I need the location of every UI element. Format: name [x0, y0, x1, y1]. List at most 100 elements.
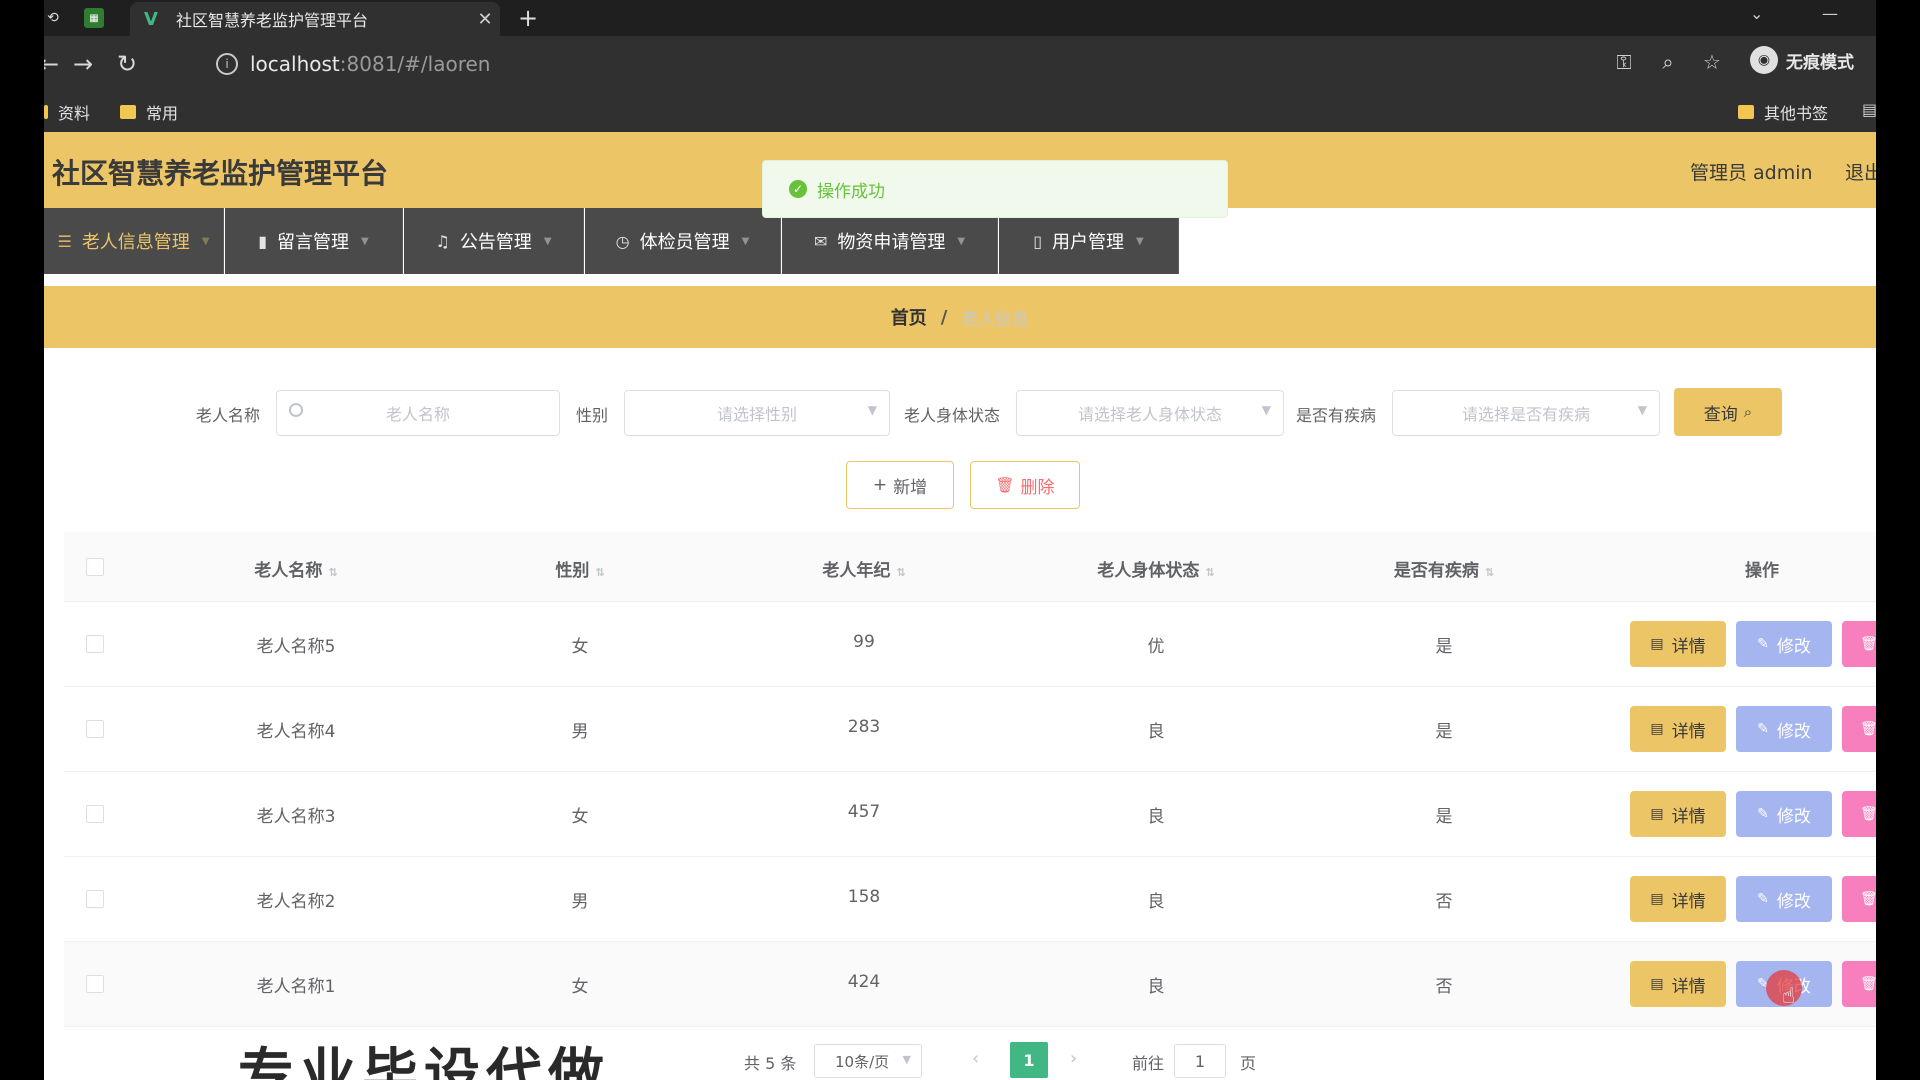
select-all-checkbox[interactable] [86, 558, 104, 576]
search-icon: ⌕ [1743, 403, 1753, 421]
menu-label: 留言管理 [277, 232, 350, 253]
clock-icon: ◷ [615, 231, 630, 251]
tab-list-chevron-icon[interactable]: ⌄ [1750, 4, 1763, 23]
trash-icon: 🗑 [1860, 806, 1876, 822]
close-tab-icon[interactable]: ✕ [470, 9, 500, 30]
row-checkbox[interactable] [86, 805, 104, 823]
minimize-icon[interactable]: — [1822, 4, 1838, 23]
logout-link[interactable]: 退出 [1845, 158, 1876, 185]
app-page: 社区智慧养老监护管理平台 管理员 admin 退出 ✓ 操作成功 ☰ 老人信息管… [44, 132, 1876, 1080]
menu-announcements[interactable]: ♫ 公告管理 ▼ [404, 208, 584, 274]
chevron-down-icon: ▼ [902, 1053, 911, 1066]
table-row: 老人名称3 女 457 良 是 ▤ 详情 ✎ 修改 🗑删除 [64, 772, 1876, 857]
breadcrumb-home[interactable]: 首页 [891, 304, 927, 330]
table-row: 老人名称1女424良否▤详情✎修改🗑删除 [64, 942, 1876, 1027]
mail-icon: ✉ [813, 231, 828, 251]
delete-button[interactable]: 🗑删除 [1842, 621, 1876, 667]
detail-button[interactable]: ▤ 详情 [1630, 876, 1726, 922]
document-icon: ▤ [1650, 721, 1664, 737]
add-button[interactable]: + 新增 [846, 461, 954, 509]
active-tab[interactable]: V 社区智慧养老监护管理平台 ✕ [130, 2, 500, 36]
current-page-button[interactable]: 1 [1010, 1042, 1048, 1078]
detail-button[interactable]: ▤ 详情 [1630, 961, 1726, 1007]
header-disease[interactable]: 是否有疾病 ⇅ [1394, 556, 1494, 581]
query-button[interactable]: 查询 ⌕ [1674, 388, 1782, 436]
bulk-delete-button[interactable]: 🗑 删除 [970, 461, 1080, 509]
address-bar[interactable]: i localhost:8081/#/laoren [164, 45, 1634, 83]
browser-menu-icon[interactable]: ⟲ [44, 5, 66, 31]
menu-messages[interactable]: ▮ 留言管理 ▼ [225, 208, 403, 274]
delete-button[interactable]: 🗑删除 [1842, 791, 1876, 837]
cell-name: 老人名称5 [256, 637, 336, 657]
bookmark-star-icon[interactable]: ☆ [1698, 50, 1726, 74]
check-circle-icon: ✓ [789, 180, 807, 198]
new-tab-button[interactable]: + [514, 4, 542, 32]
gender-select[interactable]: 请选择性别 ▼ [624, 390, 890, 436]
reading-list-icon[interactable]: ▤ [1862, 100, 1876, 119]
bookmark-common[interactable]: 常用 [120, 100, 178, 124]
detail-label: 详情 [1671, 891, 1706, 912]
incognito-indicator[interactable]: ◉ 无痕模式 [1750, 46, 1854, 74]
list-icon: ☰ [57, 231, 72, 251]
goto-page-input[interactable]: 1 [1174, 1044, 1226, 1078]
page-size-value: 10条/页 [835, 1052, 890, 1071]
header-gender[interactable]: 性别 ⇅ [555, 556, 604, 581]
reload-icon[interactable]: ↻ [112, 50, 142, 78]
sort-icon: ⇅ [1484, 566, 1495, 579]
cell-name: 老人名称4 [256, 722, 336, 742]
name-search-input[interactable]: 老人名称 [276, 390, 560, 436]
key-icon[interactable]: ⚿ [1610, 50, 1638, 74]
chevron-down-icon: ▼ [1261, 403, 1271, 417]
disease-select[interactable]: 请选择是否有疾病 ▼ [1392, 390, 1660, 436]
row-checkbox[interactable] [86, 890, 104, 908]
sheet-tab-icon[interactable]: ▦ [84, 8, 104, 28]
goto-label: 前往 [1132, 1054, 1165, 1073]
row-checkbox[interactable] [86, 975, 104, 993]
forward-icon[interactable]: → [68, 50, 98, 78]
detail-button[interactable]: ▤ 详情 [1630, 621, 1726, 667]
menu-elder-info[interactable]: ☰ 老人信息管理 ▼ [44, 208, 224, 274]
cell-status: 优 [1147, 637, 1165, 657]
edit-button[interactable]: ✎ 修改 [1736, 706, 1832, 752]
admin-label: 管理员 admin [1690, 162, 1813, 184]
other-bookmarks[interactable]: 其他书签 [1738, 100, 1828, 124]
zoom-icon[interactable]: ⌕ [1654, 50, 1682, 74]
delete-label: 删除 [1020, 477, 1055, 498]
prev-page-icon[interactable]: ‹ [972, 1048, 979, 1069]
menu-examiners[interactable]: ◷ 体检员管理 ▼ [585, 208, 781, 274]
header-status[interactable]: 老人身体状态 ⇅ [1097, 556, 1214, 581]
cell-name: 老人名称3 [256, 807, 336, 827]
delete-button[interactable]: 🗑删除 [1842, 961, 1876, 1007]
edit-label: 修改 [1776, 636, 1811, 657]
site-info-icon[interactable]: i [216, 53, 238, 75]
pagination: 共 5 条 10条/页 ▼ ‹ 1 › 前往 1 页 [44, 1042, 1876, 1080]
status-select[interactable]: 请选择老人身体状态 ▼ [1016, 390, 1284, 436]
delete-button[interactable]: 🗑删除 [1842, 876, 1876, 922]
row-checkbox[interactable] [86, 720, 104, 738]
trash-icon: 🗑 [1860, 891, 1876, 907]
bookmark-materials[interactable]: 资料 [44, 100, 90, 124]
cell-gender: 男 [571, 892, 589, 912]
disease-placeholder: 请选择是否有疾病 [1461, 405, 1590, 424]
back-icon[interactable]: ← [44, 50, 64, 78]
row-checkbox[interactable] [86, 635, 104, 653]
delete-button[interactable]: 🗑删除 [1842, 706, 1876, 752]
detail-button[interactable]: ▤ 详情 [1630, 706, 1726, 752]
header-age[interactable]: 老人年纪 ⇅ [822, 556, 905, 581]
edit-button[interactable]: ✎ 修改 [1736, 791, 1832, 837]
menu-label: 物资申请管理 [837, 232, 946, 253]
cell-disease: 是 [1435, 722, 1453, 742]
status-placeholder: 请选择老人身体状态 [1077, 405, 1222, 424]
header-name[interactable]: 老人名称 ⇅ [254, 556, 337, 581]
total-count: 共 5 条 [744, 1054, 797, 1073]
edit-button[interactable]: ✎ 修改 [1736, 876, 1832, 922]
table-row: 老人名称2 男 158 良 否 ▤ 详情 ✎ 修改 🗑删除 [64, 857, 1876, 942]
detail-label: 详情 [1671, 806, 1706, 827]
page-size-select[interactable]: 10条/页 ▼ [814, 1044, 922, 1078]
cell-disease: 是 [1435, 637, 1453, 657]
toast-message: 操作成功 [817, 181, 885, 202]
hand-cursor-icon: ☝ [1782, 984, 1796, 1009]
detail-button[interactable]: ▤ 详情 [1630, 791, 1726, 837]
next-page-icon[interactable]: › [1070, 1048, 1077, 1069]
edit-button[interactable]: ✎ 修改 [1736, 621, 1832, 667]
